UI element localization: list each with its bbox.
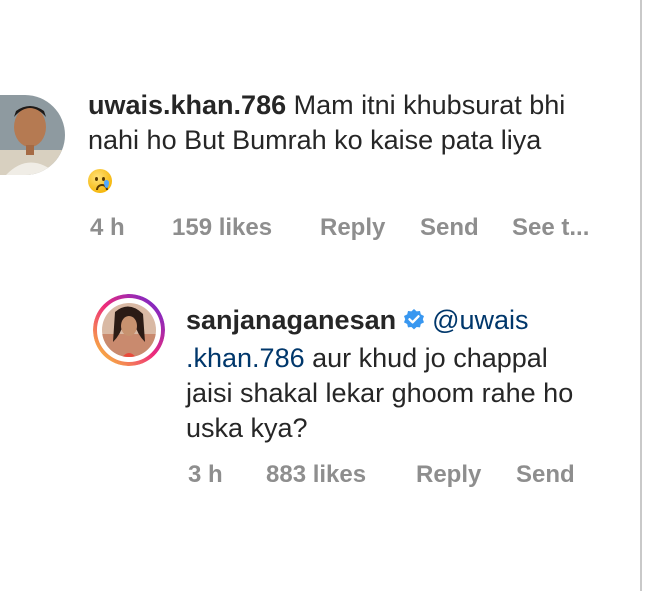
comment-2-reply-button[interactable]: Reply bbox=[416, 461, 516, 489]
comment-2-body: sanjanaganesan @uwais .khan.786 aur khud… bbox=[186, 303, 631, 446]
comment-1-text-line2: nahi ho But Bumrah ko kaise pata liya bbox=[88, 125, 542, 155]
right-edge-divider bbox=[640, 0, 642, 591]
comment-1-reply-button[interactable]: Reply bbox=[320, 214, 420, 242]
comment-1-likes[interactable]: 159 likes bbox=[172, 214, 320, 242]
comment-2-send-button[interactable]: Send bbox=[516, 461, 575, 489]
comment-2-text-line2: aur khud jo chappal bbox=[304, 343, 548, 373]
comment-2-username[interactable]: sanjanaganesan bbox=[186, 305, 396, 335]
comment-1-see-translation[interactable]: See t... bbox=[512, 214, 589, 242]
comment-1-send-button[interactable]: Send bbox=[420, 214, 512, 242]
comment-1-text-line1: Mam itni khubsurat bhi bbox=[293, 90, 566, 120]
comment-1-body: uwais.khan.786 Mam itni khubsurat bhi na… bbox=[88, 88, 633, 197]
comment-2-likes[interactable]: 883 likes bbox=[266, 461, 416, 489]
comment-2-text-line4: uska kya? bbox=[186, 413, 308, 443]
avatar-uwais[interactable] bbox=[0, 95, 65, 175]
comment-2-mention[interactable]: @uwais bbox=[432, 305, 528, 335]
comment-2-text-line3: jaisi shakal lekar ghoom rahe ho bbox=[186, 378, 574, 408]
comment-1-username[interactable]: uwais.khan.786 bbox=[88, 90, 286, 120]
comment-1-time: 4 h bbox=[90, 214, 125, 241]
comment-1-actions: 4 h 159 likes Reply Send See t... bbox=[90, 214, 589, 242]
comment-2-mention-cont[interactable]: .khan.786 bbox=[186, 343, 305, 373]
verified-badge-icon bbox=[402, 306, 426, 341]
comment-2-time: 3 h bbox=[188, 461, 223, 488]
crying-face-icon bbox=[88, 168, 112, 193]
avatar-sanjanaganesan[interactable] bbox=[93, 294, 165, 366]
comment-2-actions: 3 h 883 likes Reply Send bbox=[188, 461, 575, 489]
